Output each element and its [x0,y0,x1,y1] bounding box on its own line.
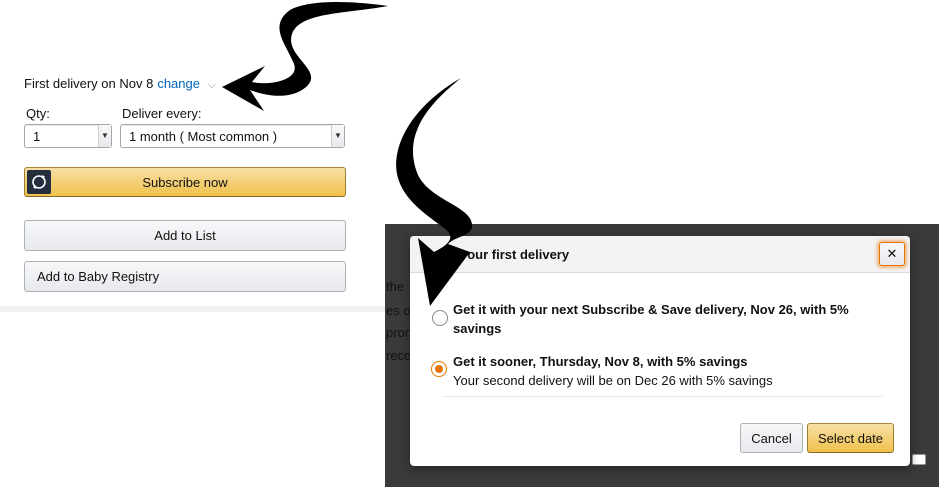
annotation-arrow-bottom [396,78,473,306]
annotation-arrows [222,2,473,306]
annotation-arrow-top [222,2,388,111]
